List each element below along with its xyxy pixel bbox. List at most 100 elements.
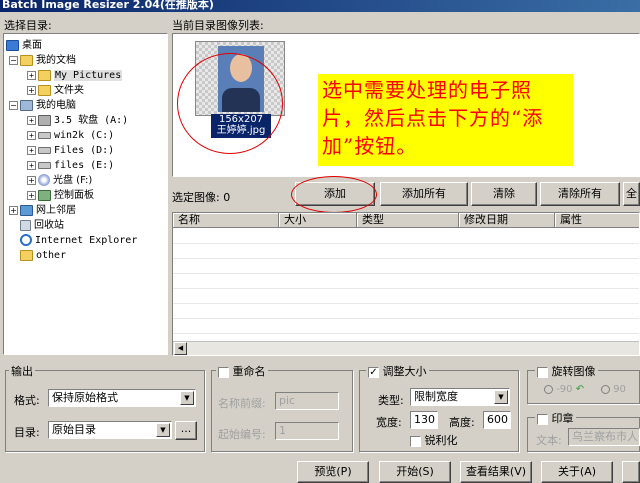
rotate-label: 旋转图像: [551, 365, 596, 378]
folder-icon: [38, 69, 51, 81]
expand-icon[interactable]: +: [27, 190, 36, 200]
format-select[interactable]: 保持原始格式 ▼: [48, 389, 196, 407]
tree-item-my-pictures[interactable]: + My Pictures: [27, 68, 123, 83]
format-value: 保持原始格式: [52, 391, 118, 404]
expand-icon[interactable]: +: [27, 70, 36, 80]
tree-item-network[interactable]: + 网上邻居: [9, 203, 76, 218]
drive-icon: [38, 131, 51, 139]
tree-item-other[interactable]: other: [20, 248, 66, 263]
remove-all-button[interactable]: 清除所有: [540, 182, 620, 206]
column-header-size[interactable]: 大小: [279, 213, 357, 228]
column-header-modified[interactable]: 修改日期: [459, 213, 555, 228]
collapse-icon[interactable]: −: [9, 100, 18, 110]
control-panel-icon: [38, 189, 51, 201]
width-label: 宽度:: [376, 416, 402, 429]
row-divider: [173, 288, 639, 289]
tree-label: My Pictures: [54, 70, 123, 81]
start-number-label: 起始编号:: [218, 428, 266, 441]
more-button[interactable]: 全: [623, 182, 640, 206]
tree-item-my-documents[interactable]: − 我的文档: [9, 53, 76, 68]
tree-label: 我的电脑: [36, 100, 76, 111]
rotate-ccw-icon: ↶: [575, 384, 585, 395]
tree-label: 3.5 软盘 (A:): [54, 115, 129, 126]
type-label: 类型:: [378, 394, 404, 407]
stamp-text-input[interactable]: 乌兰察布市人: [568, 428, 640, 446]
rename-label: 重命名: [232, 365, 266, 378]
add-highlight-circle: [291, 176, 377, 213]
tree-item-my-computer[interactable]: − 我的电脑: [9, 98, 76, 113]
expand-icon[interactable]: +: [27, 175, 36, 185]
tree-item-drive-d[interactable]: + Files (D:): [27, 143, 114, 158]
cdrom-icon: [38, 174, 50, 186]
collapse-icon[interactable]: −: [9, 55, 18, 65]
chevron-down-icon[interactable]: ▼: [156, 423, 170, 437]
tree-label: files (E:): [54, 160, 115, 171]
chevron-down-icon[interactable]: ▼: [180, 391, 194, 405]
prefix-label: 名称前缀:: [218, 397, 266, 410]
tree-item-control-panel[interactable]: + 控制面板: [27, 188, 94, 203]
tree-item-cdrom[interactable]: + 光盘 (F:): [27, 173, 92, 188]
resize-type-select[interactable]: 限制宽度 ▼: [410, 388, 510, 406]
column-header-attributes[interactable]: 属性: [555, 213, 639, 228]
tree-item-floppy[interactable]: +3.5 软盘 (A:): [27, 113, 128, 128]
rotate-ccw-option[interactable]: -90 ↶: [544, 384, 584, 395]
desktop-icon: [6, 39, 19, 51]
tree-label: 回收站: [34, 220, 64, 231]
tree-label: 网上邻居: [36, 205, 76, 216]
tree-item-drive-e[interactable]: + files (E:): [27, 158, 114, 173]
prefix-input[interactable]: pic: [275, 392, 339, 410]
rotate-ccw-label: -90: [556, 384, 573, 395]
highlight-circle: [177, 53, 283, 154]
tree-item-ie[interactable]: Internet Explorer: [20, 233, 137, 248]
selected-images-table[interactable]: 名称 大小 类型 修改日期 属性 ◀: [172, 212, 640, 356]
scroll-left-icon[interactable]: ◀: [174, 342, 187, 355]
drive-icon: [38, 146, 51, 154]
expand-icon[interactable]: +: [27, 145, 36, 155]
directory-tree[interactable]: 桌面 − 我的文档 + My Pictures + 文件夹 − 我的电脑 +3.5 软盘…: [3, 33, 168, 355]
rotate-cw-option[interactable]: 90: [601, 384, 626, 395]
row-divider: [173, 243, 639, 244]
expand-icon[interactable]: +: [9, 205, 18, 215]
rotate-legend: 旋转图像: [535, 363, 598, 379]
tree-item-drive-c[interactable]: + win2k (C:): [27, 128, 114, 143]
height-input[interactable]: 600: [483, 411, 511, 429]
sharpen-checkbox[interactable]: [410, 435, 421, 447]
resize-type-value: 限制宽度: [414, 390, 458, 403]
output-dir-select[interactable]: 原始目录 ▼: [48, 421, 172, 439]
resize-label: 调整大小: [382, 365, 427, 378]
resize-checkbox[interactable]: ✓: [368, 366, 379, 378]
tree-label: 桌面: [22, 40, 42, 51]
tree-item-folder[interactable]: + 文件夹: [27, 83, 84, 98]
column-header-name[interactable]: 名称: [173, 213, 279, 228]
row-divider: [173, 303, 639, 304]
dir-label: 目录:: [14, 426, 40, 439]
expand-icon[interactable]: +: [27, 85, 36, 95]
sharpen-option[interactable]: 锐利化: [410, 432, 458, 448]
tree-label: win2k (C:): [54, 130, 115, 141]
width-input[interactable]: 130: [410, 411, 438, 429]
remove-button[interactable]: 清除: [471, 182, 537, 206]
expand-icon[interactable]: +: [27, 130, 36, 140]
horizontal-scrollbar[interactable]: ◀: [173, 341, 639, 355]
stamp-checkbox[interactable]: [537, 413, 548, 425]
row-divider: [173, 318, 639, 319]
tree-label: Files (D:): [54, 145, 115, 156]
chevron-down-icon[interactable]: ▼: [494, 390, 508, 404]
add-all-button[interactable]: 添加所有: [380, 182, 468, 206]
rotate-checkbox[interactable]: [537, 366, 548, 378]
title-bar: Batch Image Resizer 2.04(在推版本): [0, 0, 640, 12]
image-preview-list[interactable]: 156x207 王婷婷.jpg 选中需要处理的电子照片，然后点击下方的“添加”按…: [172, 33, 640, 177]
column-header-type[interactable]: 类型: [357, 213, 459, 228]
browse-button[interactable]: ...: [175, 421, 197, 440]
select-dir-label: 选择目录:: [4, 19, 52, 32]
radio-icon[interactable]: [544, 384, 553, 394]
expand-icon[interactable]: +: [27, 160, 36, 170]
radio-icon[interactable]: [601, 384, 610, 394]
rename-checkbox[interactable]: [218, 366, 229, 378]
start-number-input[interactable]: 1: [275, 422, 339, 440]
tree-item-recycle-bin[interactable]: 回收站: [20, 218, 64, 233]
folder-icon: [38, 84, 51, 96]
tree-item-desktop[interactable]: 桌面: [6, 38, 42, 53]
expand-icon[interactable]: +: [27, 115, 36, 125]
row-divider: [173, 333, 639, 334]
